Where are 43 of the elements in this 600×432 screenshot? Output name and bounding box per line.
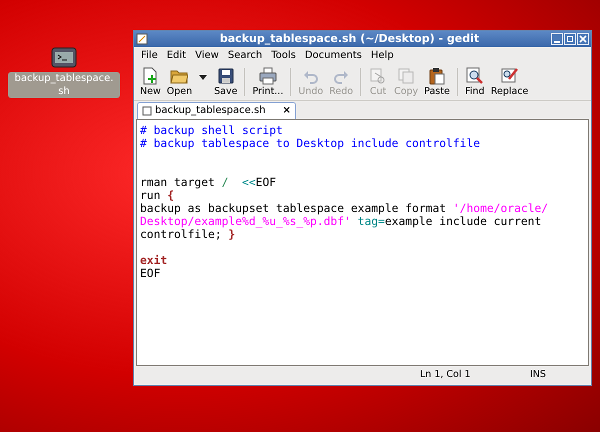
menu-item[interactable]: View [195, 50, 219, 62]
window-title: backup_tablespace.sh (~/Desktop) - gedit [218, 32, 480, 46]
code-line: exit [140, 254, 168, 267]
document-icon [142, 106, 152, 116]
code-line: rman target / <<EOF [140, 176, 278, 189]
magnifier-icon [466, 66, 484, 84]
text-editor-icon [136, 33, 148, 45]
tab-close-button[interactable]: × [282, 105, 291, 117]
tab-label: backup_tablespace.sh [155, 105, 266, 117]
toolbar-button[interactable]: Open [164, 66, 196, 98]
cursor-position: Ln 1, Col 1 [420, 368, 472, 382]
code-line: # backup shell script [140, 124, 284, 137]
toolbar-button[interactable]: Find [462, 66, 488, 98]
toolbar-button[interactable]: New [137, 66, 164, 98]
document-tab[interactable]: backup_tablespace.sh × [137, 102, 296, 119]
new-document-icon [141, 66, 160, 84]
code-line: controlfile; } [140, 228, 236, 241]
minimize-button[interactable] [551, 33, 563, 45]
menu-item[interactable]: Edit [166, 50, 186, 62]
toolbar-button[interactable]: Paste [421, 66, 453, 98]
toolbar-button[interactable]: Replace [488, 66, 532, 98]
insert-mode: INS [530, 368, 546, 382]
code-line: # backup tablespace to Desktop include controlfile [140, 137, 482, 150]
menu-item[interactable]: Search [228, 50, 262, 62]
maximize-button[interactable] [564, 33, 576, 45]
terminal-script-icon[interactable] [51, 45, 77, 69]
close-button[interactable] [577, 33, 589, 45]
toolbar-button[interactable]: Print... [249, 66, 286, 98]
code-line: run { [140, 189, 176, 202]
menu-item[interactable]: Tools [271, 50, 296, 62]
clipboard-icon [428, 66, 446, 84]
text-editor[interactable] [136, 119, 589, 366]
menu-item[interactable]: Documents [304, 50, 362, 62]
code-line: backup as backupset tablespace example format '/home/oracle/ [140, 202, 550, 215]
copy-pages-icon [397, 66, 416, 84]
menu-item[interactable]: File [141, 50, 158, 62]
code-line: EOF [140, 267, 162, 280]
printer-icon [258, 66, 277, 84]
code-line: Desktop/example%d_%u_%s_%p.dbf' tag=example include current [140, 215, 542, 228]
toolbar-button[interactable]: Save [211, 66, 240, 98]
caret-icon[interactable] [199, 74, 208, 80]
pencil-page-icon [500, 66, 519, 84]
menu-item[interactable]: Help [370, 50, 394, 62]
